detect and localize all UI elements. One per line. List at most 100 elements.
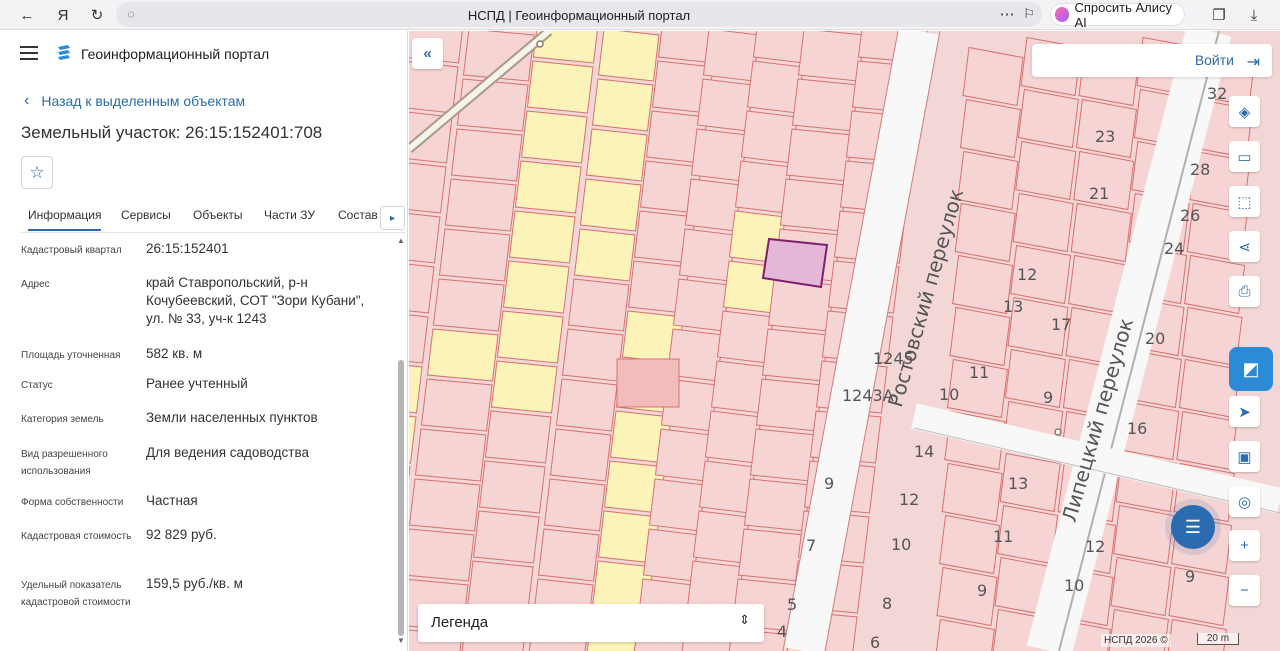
back-to-selected-link[interactable]: ‹ Назад к выделенным объектам: [24, 92, 245, 110]
tab-services[interactable]: Сервисы: [121, 208, 171, 222]
locate-button[interactable]: ➤: [1229, 396, 1260, 427]
tab-information[interactable]: Информация: [28, 208, 102, 231]
parcel-number: 10: [1064, 576, 1085, 595]
parcel: [654, 428, 712, 482]
geoportal-logo-button[interactable]: ◩: [1229, 347, 1273, 391]
parcel: [743, 478, 811, 532]
basemap-button[interactable]: ▣: [1229, 441, 1260, 472]
parcel-number: 1243А: [842, 386, 894, 405]
geoportal-logo-icon: ◩: [1242, 358, 1260, 379]
share-button[interactable]: ⋖: [1229, 231, 1260, 262]
back-icon[interactable]: ←: [16, 4, 38, 26]
parcel-number: 5: [787, 595, 798, 614]
info-label: Площадь уточненная: [21, 350, 121, 361]
parcel: [508, 210, 576, 264]
info-label: Вид разрешенного использования: [21, 449, 108, 477]
parcel-number: 16: [1127, 419, 1148, 438]
legend-label: Легенда: [431, 614, 489, 631]
parcel: [414, 428, 487, 482]
parcel: [585, 128, 648, 182]
print-button[interactable]: ⎙: [1229, 276, 1260, 307]
parcel: [962, 46, 1024, 107]
parcel: [642, 528, 700, 582]
select-area-icon: ⬚: [1237, 193, 1252, 211]
parcel: [954, 202, 1016, 263]
parcel: [579, 178, 642, 232]
map-view[interactable]: Ростовский переулок Липецкий переулок 23…: [409, 31, 1280, 651]
parcel: [959, 98, 1021, 159]
search-location-button[interactable]: ◎: [1229, 486, 1260, 517]
collections-icon[interactable]: ❐: [1208, 4, 1230, 26]
chevron-left-icon: ‹: [24, 92, 30, 109]
parcel: [791, 78, 859, 132]
ask-alice-button[interactable]: Спросить Алису AI: [1050, 0, 1185, 30]
info-scrollbar[interactable]: ▲ ▼: [397, 236, 405, 646]
login-icon: ⇥: [1246, 54, 1260, 71]
portal-title: Геоинформационный портал: [81, 46, 270, 62]
parcel-number: 11: [993, 527, 1014, 546]
minus-icon: −: [1240, 582, 1249, 599]
plus-icon: +: [1240, 537, 1249, 554]
tabs-next-button[interactable]: ▸: [380, 206, 405, 230]
login-button[interactable]: Войти ⇥: [1032, 44, 1272, 77]
address-bar[interactable]: ◌ НСПД | Геоинформационный портал ⋯ ⚐: [116, 2, 1042, 27]
reload-icon[interactable]: ↻: [86, 4, 108, 26]
select-area-button[interactable]: ⬚: [1229, 186, 1260, 217]
chevron-updown-icon: ⇕: [739, 612, 750, 627]
parcel-number: 8: [882, 594, 893, 613]
parcel: [597, 31, 660, 82]
tab-composition[interactable]: Состав: [338, 208, 378, 222]
layers-button[interactable]: ◈: [1229, 96, 1260, 127]
zoom-out-button[interactable]: −: [1229, 575, 1260, 606]
parcel: [672, 278, 730, 332]
info-value: Ранее учтенный: [146, 376, 248, 391]
alice-label: Спросить Алису AI: [1074, 0, 1172, 30]
alice-icon: [1055, 7, 1070, 22]
parcel: [409, 162, 447, 214]
parcel: [1004, 348, 1066, 409]
parcel: [555, 378, 618, 432]
parcel: [450, 128, 523, 182]
menu-icon[interactable]: [20, 46, 38, 60]
parcel: [549, 428, 612, 482]
parcel: [438, 228, 511, 282]
favorite-button[interactable]: ☆: [21, 156, 53, 189]
parcel: [949, 306, 1011, 367]
info-value: 92 829 руб.: [146, 527, 217, 542]
parcel: [426, 328, 499, 382]
basemap-icon: ▣: [1237, 448, 1252, 466]
scroll-up-icon[interactable]: ▲: [397, 236, 405, 245]
parcel: [1113, 504, 1175, 565]
chat-button[interactable]: ☰: [1171, 505, 1215, 549]
zoom-in-button[interactable]: +: [1229, 530, 1260, 561]
bookmark-icon[interactable]: ⚐: [1018, 3, 1040, 25]
parcel: [573, 228, 636, 282]
scroll-thumb[interactable]: [398, 360, 404, 636]
parcel: [702, 31, 760, 82]
legend-dropdown[interactable]: Легенда ⇕: [418, 604, 764, 642]
parcel: [1070, 202, 1132, 263]
parcel: [761, 328, 829, 382]
parcel: [941, 462, 1003, 523]
scroll-down-icon[interactable]: ▼: [397, 636, 405, 645]
tab-parcel-parts[interactable]: Части ЗУ: [264, 208, 315, 222]
parcel-number: 23: [1095, 127, 1116, 146]
parcel: [484, 410, 552, 464]
parcel: [785, 128, 853, 182]
parcel: [737, 528, 805, 582]
parcel: [432, 278, 505, 332]
parcel-number: 1245: [873, 349, 914, 368]
location-arrow-icon: ➤: [1238, 403, 1251, 421]
parcel-number: 4: [777, 622, 788, 641]
parcel: [409, 314, 429, 364]
tab-objects[interactable]: Объекты: [193, 208, 243, 222]
map-attribution: НСПД 2026 ©: [1101, 634, 1171, 647]
measure-button[interactable]: ▭: [1229, 141, 1260, 172]
yandex-icon[interactable]: Я: [52, 4, 74, 26]
parcel: [537, 528, 600, 582]
info-value: Для ведения садоводства: [146, 445, 309, 460]
more-icon[interactable]: ⋯: [996, 3, 1018, 25]
parcel-number: 12: [1085, 537, 1106, 556]
download-icon[interactable]: ⤓: [1243, 4, 1265, 26]
collapse-panel-button[interactable]: «: [412, 38, 443, 69]
